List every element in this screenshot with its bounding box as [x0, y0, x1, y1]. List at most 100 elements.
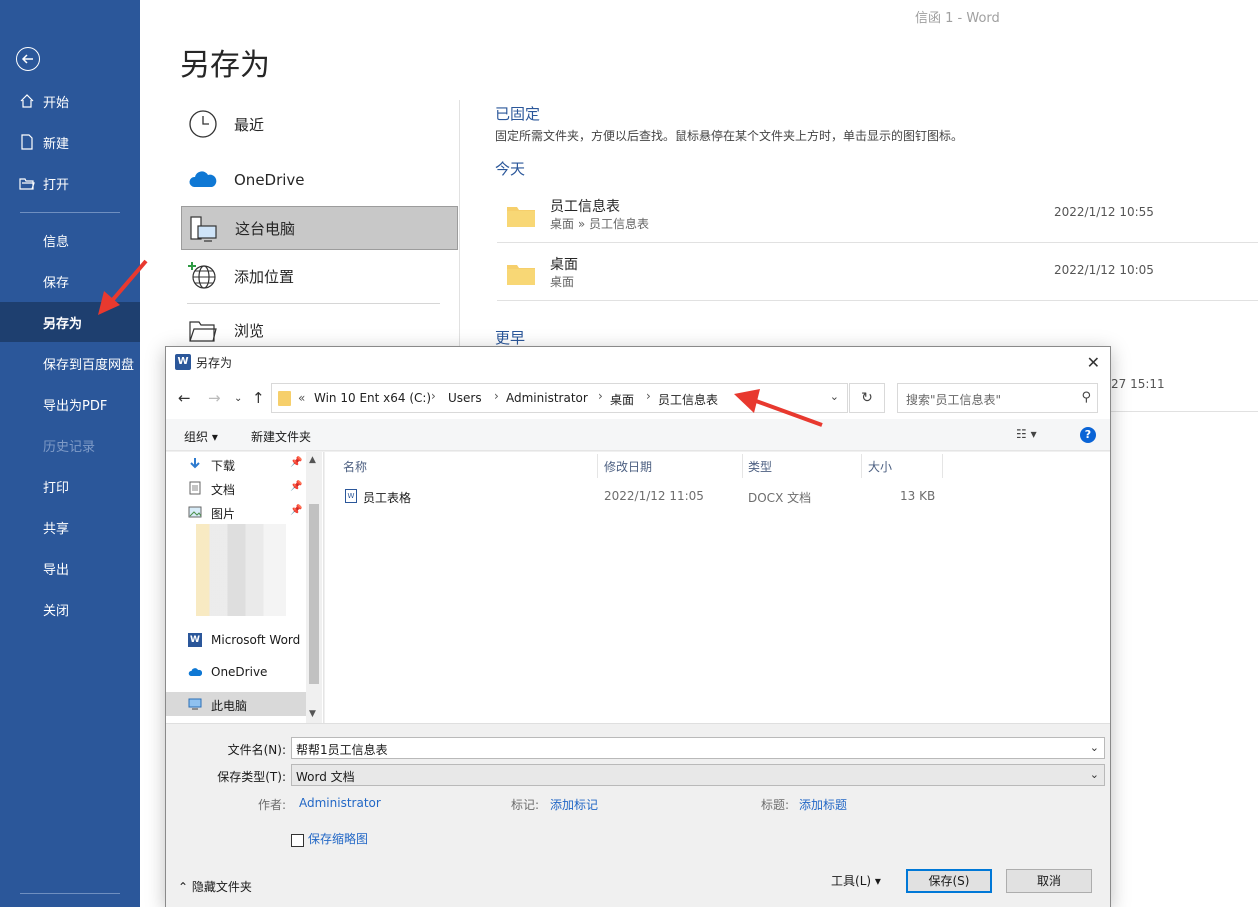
- breadcrumb-desktop[interactable]: 桌面: [610, 391, 634, 408]
- nav-item-export-pdf[interactable]: 导出为PDF: [0, 384, 140, 424]
- pinned-description: 固定所需文件夹，方便以后查找。鼠标悬停在某个文件夹上方时，单击显示的图钉图标。: [495, 129, 964, 143]
- nav-label: 信息: [43, 234, 70, 250]
- breadcrumb-drive[interactable]: Win 10 Ent x64 (C:): [314, 391, 431, 405]
- close-icon[interactable]: ✕: [1087, 353, 1100, 372]
- column-header-name[interactable]: 名称: [343, 452, 367, 478]
- forward-arrow-icon[interactable]: →: [208, 389, 221, 407]
- nav-item-save-to-baidu[interactable]: 保存到百度网盘: [0, 343, 140, 383]
- column-divider[interactable]: [742, 454, 743, 478]
- location-label: 最近: [234, 115, 265, 134]
- nav-item-share[interactable]: 共享: [0, 507, 140, 547]
- nav-item-save-as[interactable]: 另存为: [0, 302, 140, 342]
- hide-folders-toggle[interactable]: ⌃ 隐藏文件夹: [178, 878, 252, 895]
- folder-icon: [278, 391, 291, 406]
- cloud-icon: [189, 171, 217, 187]
- breadcrumb-administrator[interactable]: Administrator: [506, 391, 588, 405]
- recent-locations-chevron-icon[interactable]: ⌄: [234, 393, 242, 404]
- word-icon: W: [188, 633, 202, 647]
- column-header-type[interactable]: 类型: [748, 452, 772, 478]
- new-folder-button[interactable]: 新建文件夹: [251, 428, 311, 445]
- location-onedrive[interactable]: OneDrive: [181, 158, 458, 202]
- recent-folder-item[interactable]: 桌面 桌面 2022/1/12 10:05: [497, 244, 1258, 301]
- search-icon: ⚲: [1081, 390, 1091, 405]
- chevron-right-icon[interactable]: ›: [494, 389, 499, 403]
- location-add-place[interactable]: 添加位置: [181, 254, 458, 298]
- tree-label: Microsoft Word: [211, 633, 301, 647]
- nav-label: 共享: [43, 521, 70, 537]
- location-this-pc[interactable]: 这台电脑: [181, 206, 458, 250]
- folder-icon: [507, 207, 535, 227]
- view-options-icon[interactable]: ☷ ▾: [1016, 427, 1037, 441]
- file-modified: 2022/1/12 11:05: [604, 489, 704, 503]
- save-thumbnail-label[interactable]: 保存缩略图: [308, 830, 368, 847]
- tree-item-downloads[interactable]: 下载 📌: [166, 452, 306, 476]
- filename-value: 帮帮1员工信息表: [296, 743, 388, 757]
- chevron-down-icon[interactable]: ⌄: [830, 390, 839, 403]
- back-arrow-icon[interactable]: [16, 47, 40, 71]
- tree-item-onedrive[interactable]: OneDrive: [166, 660, 306, 684]
- filename-field[interactable]: 帮帮1员工信息表 ⌄: [291, 737, 1105, 759]
- tags-field[interactable]: 添加标记: [550, 796, 598, 813]
- word-icon: W: [175, 354, 191, 370]
- tree-scrollbar[interactable]: ▲ ▼: [306, 452, 322, 723]
- filetype-label: 保存类型(T):: [217, 770, 286, 784]
- help-icon[interactable]: ?: [1080, 427, 1096, 443]
- tree-item-microsoft-word[interactable]: W Microsoft Word: [166, 628, 306, 652]
- filetype-value: Word 文档: [296, 770, 355, 784]
- computer-icon: [188, 698, 202, 710]
- open-folder-icon: [19, 178, 35, 190]
- tree-item-this-pc[interactable]: 此电脑: [166, 692, 306, 716]
- cancel-button[interactable]: 取消: [1006, 869, 1092, 893]
- column-divider[interactable]: [942, 454, 943, 478]
- document-icon: [189, 481, 201, 495]
- nav-item-print[interactable]: 打印: [0, 466, 140, 506]
- chevron-down-icon[interactable]: ▼: [309, 709, 316, 719]
- folder-name: 员工信息表: [550, 199, 620, 215]
- hide-folders-label: 隐藏文件夹: [191, 880, 252, 894]
- column-divider[interactable]: [597, 454, 598, 478]
- pin-icon[interactable]: 📌: [290, 505, 302, 516]
- nav-item-open[interactable]: 打开: [0, 163, 140, 203]
- breadcrumb-overflow[interactable]: «: [298, 391, 305, 405]
- tree-item-pictures[interactable]: 图片 📌: [166, 500, 306, 524]
- pin-icon[interactable]: 📌: [290, 481, 302, 492]
- recent-folder-item[interactable]: 员工信息表 桌面 » 员工信息表 2022/1/12 10:55: [497, 186, 1258, 243]
- chevron-down-icon[interactable]: ⌄: [1090, 768, 1099, 781]
- column-header-size[interactable]: 大小: [868, 452, 892, 478]
- tools-button[interactable]: 工具(L) ▾: [816, 869, 896, 893]
- nav-item-new[interactable]: 新建: [0, 122, 140, 162]
- nav-item-export[interactable]: 导出: [0, 548, 140, 588]
- breadcrumb-users[interactable]: Users: [448, 391, 482, 405]
- back-arrow-icon[interactable]: ←: [178, 389, 191, 407]
- folder-date: 2022/1/12 10:05: [1054, 263, 1154, 277]
- title-field[interactable]: 添加标题: [799, 796, 847, 813]
- save-button[interactable]: 保存(S): [906, 869, 992, 893]
- refresh-icon[interactable]: ↻: [849, 383, 885, 413]
- column-header-modified[interactable]: 修改日期: [604, 452, 652, 478]
- organize-button[interactable]: 组织 ▾: [184, 428, 218, 445]
- nav-label: 导出: [43, 562, 70, 578]
- chevron-up-icon[interactable]: ▲: [309, 455, 316, 465]
- nav-item-info[interactable]: 信息: [0, 220, 140, 260]
- filetype-select[interactable]: Word 文档 ⌄: [291, 764, 1105, 786]
- location-recent[interactable]: 最近: [181, 102, 458, 146]
- older-heading: 更早: [495, 329, 526, 347]
- up-arrow-icon[interactable]: ↑: [252, 389, 265, 407]
- author-field[interactable]: Administrator: [299, 796, 381, 810]
- chevron-down-icon: ▾: [874, 874, 881, 888]
- address-bar[interactable]: « Win 10 Ent x64 (C:) › Users › Administ…: [271, 383, 848, 413]
- chevron-right-icon[interactable]: ›: [646, 389, 651, 403]
- column-divider[interactable]: [861, 454, 862, 478]
- scrollbar-thumb[interactable]: [309, 504, 319, 684]
- chevron-right-icon[interactable]: ›: [431, 389, 436, 403]
- save-thumbnail-checkbox[interactable]: [291, 834, 304, 847]
- nav-item-save[interactable]: 保存: [0, 261, 140, 301]
- chevron-down-icon[interactable]: ⌄: [1090, 741, 1099, 754]
- pin-icon[interactable]: 📌: [290, 457, 302, 468]
- nav-item-close[interactable]: 关闭: [0, 589, 140, 629]
- nav-item-home[interactable]: 开始: [0, 81, 140, 121]
- tree-item-documents[interactable]: 文档 📌: [166, 476, 306, 500]
- chevron-right-icon[interactable]: ›: [598, 389, 603, 403]
- search-input[interactable]: 搜索"员工信息表" ⚲: [897, 383, 1098, 413]
- breadcrumb-current-folder[interactable]: 员工信息表: [658, 391, 718, 408]
